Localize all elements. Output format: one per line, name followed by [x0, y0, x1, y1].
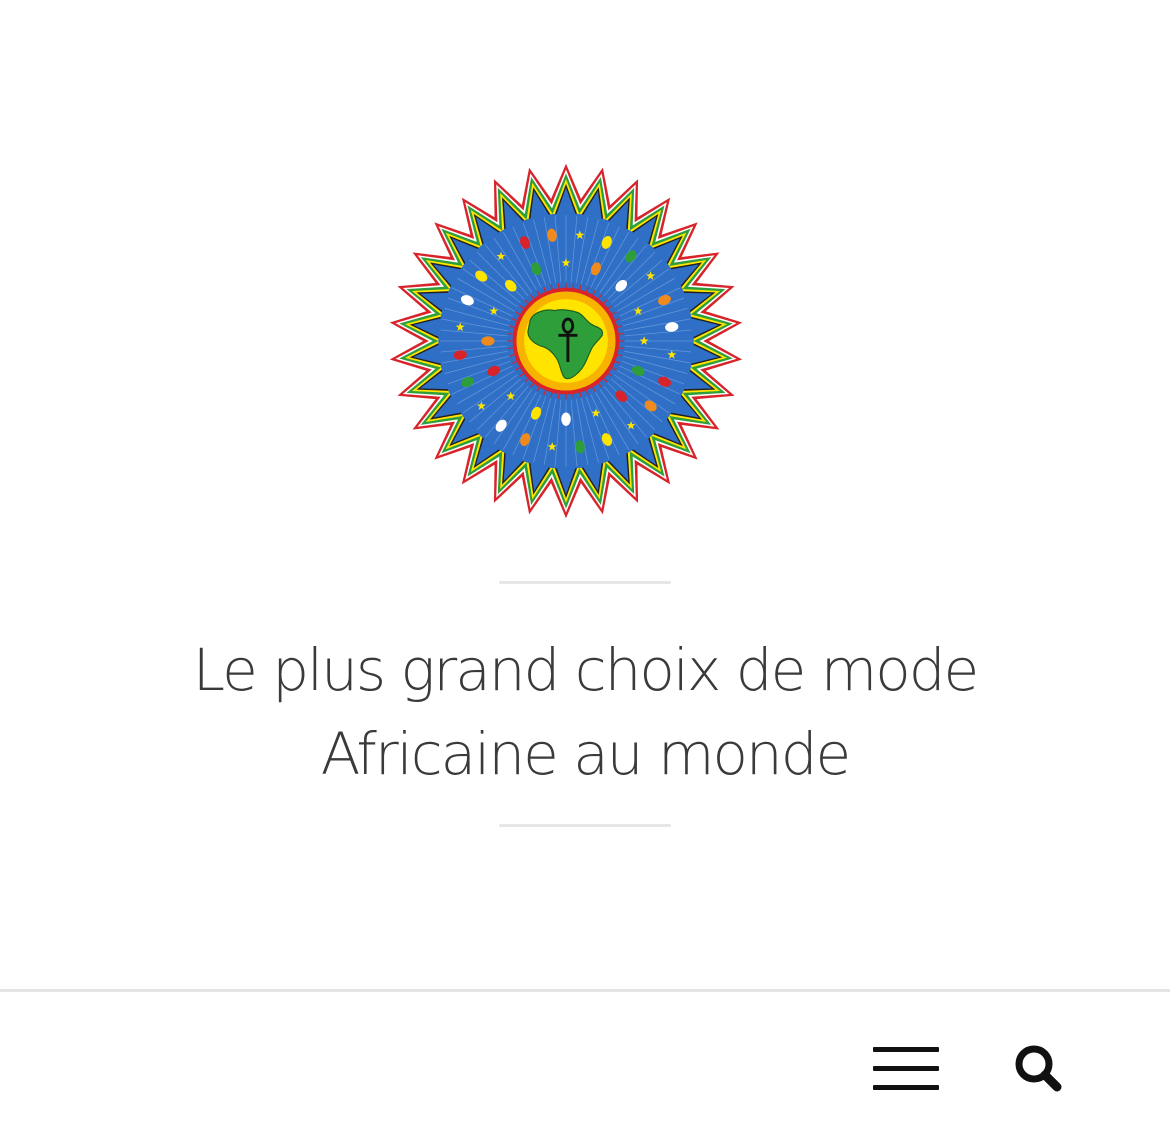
page: Le plus grand choix de mode Africaine au… — [0, 0, 1170, 1141]
divider-top — [499, 581, 671, 584]
search-button[interactable] — [1010, 1042, 1066, 1094]
menu-button[interactable] — [868, 1042, 944, 1094]
tagline-line-2: Africaine au monde — [320, 720, 851, 788]
tagline-line-1: Le plus grand choix de mode — [192, 636, 979, 704]
african-sun-emblem-icon — [378, 160, 754, 522]
bottom-navigation-bar — [0, 992, 1170, 1141]
search-icon — [1015, 1045, 1062, 1092]
tagline: Le plus grand choix de mode Africaine au… — [150, 628, 1020, 796]
hero-section: Le plus grand choix de mode Africaine au… — [0, 0, 1170, 990]
divider-bottom — [499, 824, 671, 827]
